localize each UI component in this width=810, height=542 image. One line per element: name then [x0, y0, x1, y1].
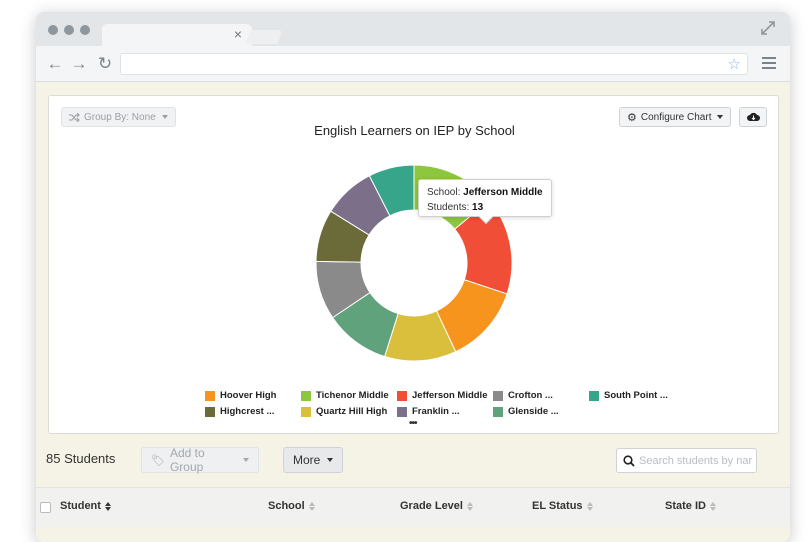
- legend-item[interactable]: Crofton ...: [493, 390, 553, 401]
- column-header-state-id[interactable]: State ID: [665, 500, 716, 512]
- add-to-group-button[interactable]: 🏷 Add to Group: [141, 446, 259, 474]
- sort-icon: [466, 501, 473, 511]
- legend-item[interactable]: Franklin ...: [397, 406, 460, 417]
- column-label: Student: [60, 500, 101, 512]
- legend-item[interactable]: Highcrest ...: [205, 406, 274, 417]
- table-header: Student School Grade Level EL Status Sta…: [36, 487, 790, 527]
- forward-arrow-icon[interactable]: →: [70, 55, 88, 73]
- students-count: 85 Students: [46, 451, 116, 466]
- chart-card: Group By: None English Learners on IEP b…: [48, 95, 779, 434]
- column-header-student[interactable]: Student: [60, 500, 111, 512]
- page-content: Group By: None English Learners on IEP b…: [36, 82, 790, 542]
- bookmark-star-icon[interactable]: ☆: [728, 55, 741, 73]
- tag-icon: 🏷: [151, 454, 165, 467]
- sort-icon: [308, 501, 315, 511]
- search-input[interactable]: [639, 452, 755, 469]
- browser-tab-new[interactable]: [245, 30, 283, 44]
- close-window-dot[interactable]: [48, 25, 58, 35]
- legend-swatch: [205, 390, 215, 401]
- search-box[interactable]: [616, 448, 757, 473]
- more-button[interactable]: More: [283, 447, 343, 473]
- legend-item[interactable]: Glenside ...: [493, 406, 559, 417]
- column-label: School: [268, 500, 305, 512]
- sort-icon: [586, 501, 593, 511]
- reload-icon[interactable]: ↻: [96, 55, 114, 73]
- tooltip-school-row: School: Jefferson Middle: [427, 185, 543, 200]
- select-all-checkbox[interactable]: [40, 502, 51, 513]
- legend-label: South Point ...: [604, 390, 668, 401]
- hamburger-menu-icon[interactable]: [762, 57, 776, 69]
- back-arrow-icon[interactable]: ←: [46, 55, 64, 73]
- legend-swatch: [493, 406, 503, 417]
- column-label: EL Status: [532, 500, 583, 512]
- legend-swatch: [205, 406, 215, 417]
- legend-item[interactable]: South Point ...: [589, 390, 668, 401]
- column-header-school[interactable]: School: [268, 500, 315, 512]
- chart-tooltip: School: Jefferson Middle Students: 13: [418, 179, 552, 225]
- column-label: State ID: [665, 500, 706, 512]
- legend-label: Crofton ...: [508, 390, 553, 401]
- caret-down-icon: [243, 458, 249, 462]
- tooltip-school-value: Jefferson Middle: [463, 187, 543, 198]
- tooltip-students-label: Students:: [427, 202, 470, 213]
- column-header-el-status[interactable]: EL Status: [532, 500, 593, 512]
- legend-swatch: [397, 390, 407, 401]
- legend-swatch: [301, 390, 311, 401]
- legend-label: Highcrest ...: [220, 406, 275, 417]
- legend-swatch: [493, 390, 503, 401]
- column-header-grade-level[interactable]: Grade Level: [400, 500, 473, 512]
- browser-toolbar: ← → ↻ ☆: [36, 46, 790, 82]
- legend-label: Glenside ...: [508, 406, 559, 417]
- legend-item[interactable]: Hoover High: [205, 390, 276, 401]
- browser-tab-active[interactable]: ×: [102, 24, 252, 48]
- fullscreen-icon[interactable]: [760, 20, 776, 36]
- legend-item[interactable]: Tichenor Middle: [301, 390, 389, 401]
- search-icon: [623, 455, 635, 467]
- title-bar: ×: [36, 12, 790, 48]
- column-label: Grade Level: [400, 500, 463, 512]
- legend-label: Hoover High: [220, 390, 277, 401]
- sort-icon: [104, 501, 111, 511]
- sort-icon: [709, 501, 716, 511]
- more-label: More: [293, 453, 321, 467]
- legend-swatch: [589, 390, 599, 401]
- tooltip-school-label: School:: [427, 187, 461, 198]
- tooltip-students-value: 13: [472, 202, 484, 213]
- legend-item[interactable]: Jefferson Middle: [397, 390, 488, 401]
- legend-item[interactable]: Quartz Hill High: [301, 406, 387, 417]
- browser-window: × ← → ↻ ☆ Group By: None English Learner…: [36, 12, 790, 542]
- add-to-group-label: Add to Group: [169, 446, 205, 474]
- legend-swatch: [301, 406, 311, 417]
- zoom-window-dot[interactable]: [80, 25, 90, 35]
- minimize-window-dot[interactable]: [64, 25, 74, 35]
- legend-more-icon[interactable]: •••: [409, 418, 417, 429]
- donut-chart: [315, 164, 513, 362]
- tab-close-icon[interactable]: ×: [234, 26, 242, 42]
- legend-label: Quartz Hill High: [316, 406, 388, 417]
- address-bar[interactable]: ☆: [120, 53, 748, 75]
- legend-label: Jefferson Middle: [412, 390, 488, 401]
- legend-swatch: [397, 406, 407, 417]
- legend-label: Franklin ...: [412, 406, 460, 417]
- caret-down-icon: [327, 458, 334, 462]
- legend-label: Tichenor Middle: [316, 390, 389, 401]
